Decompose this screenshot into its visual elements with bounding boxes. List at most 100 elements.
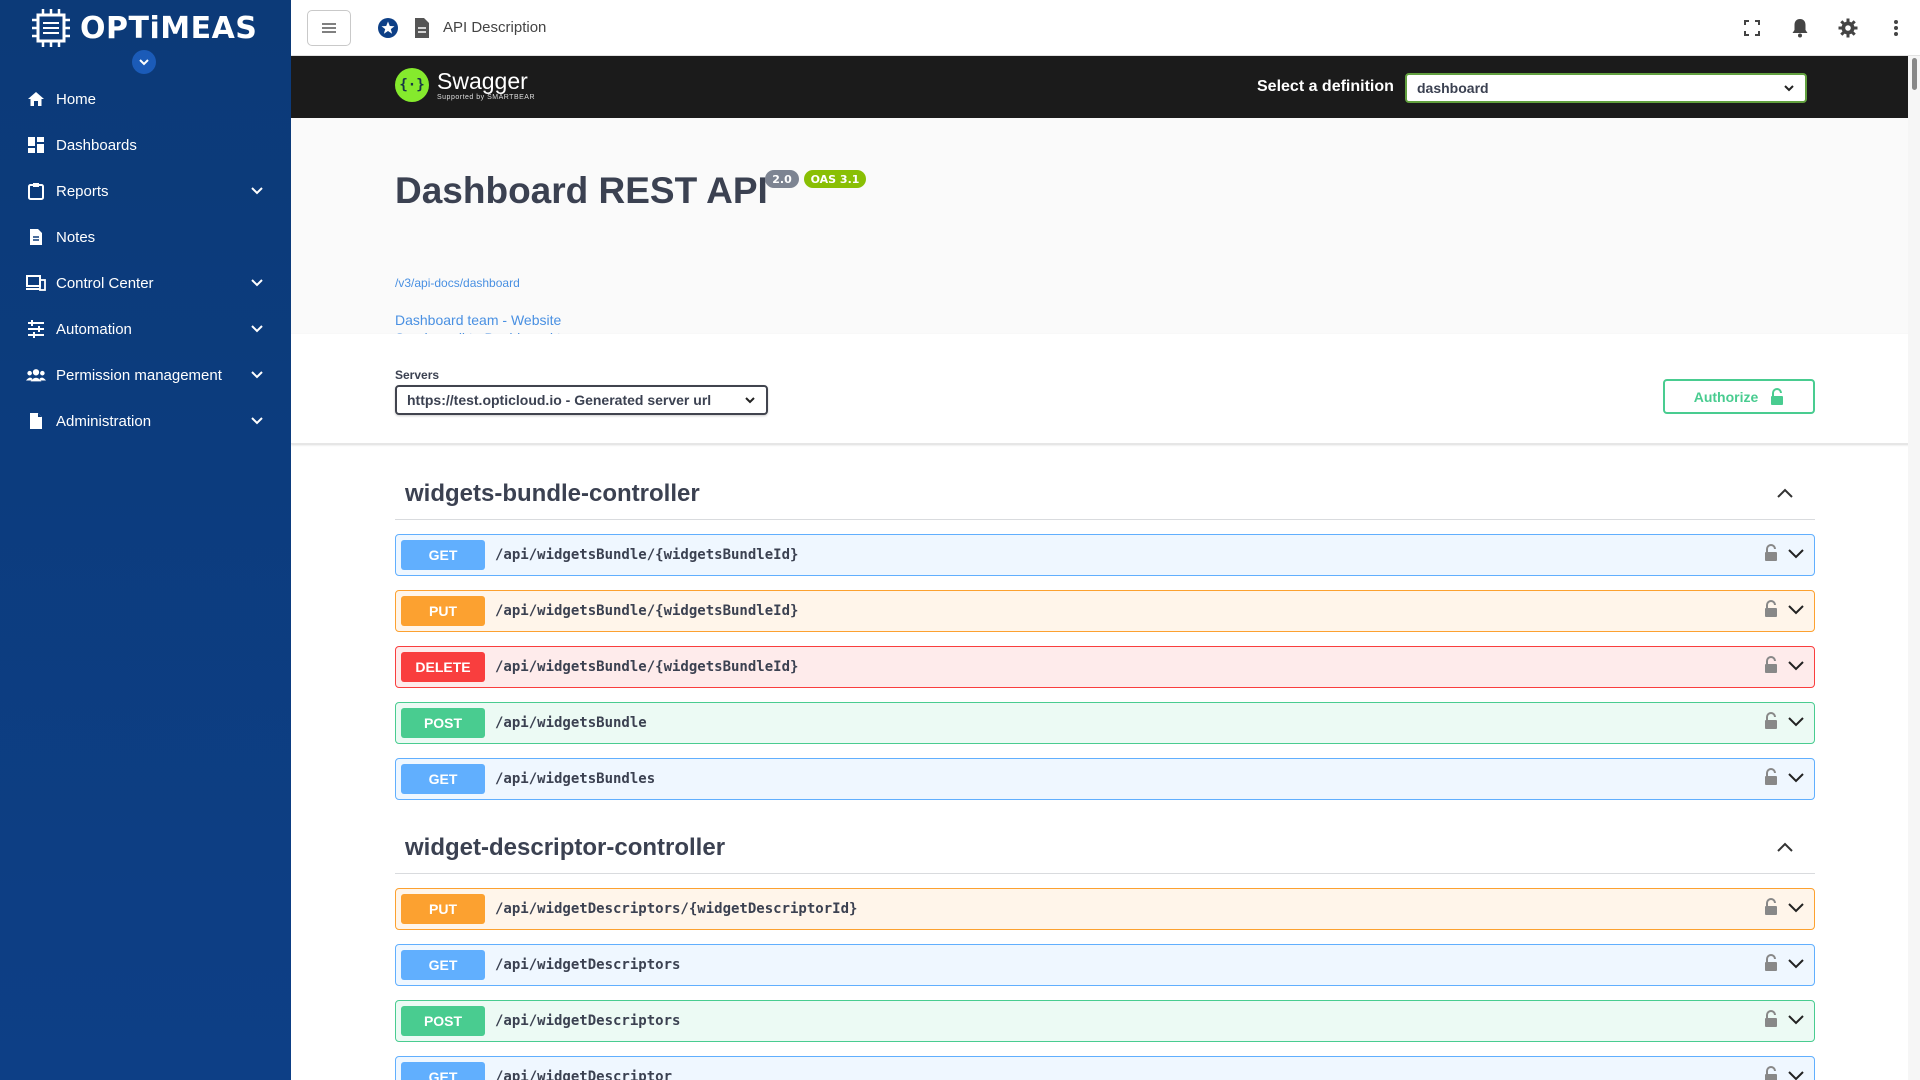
definition-select[interactable]: dashboard bbox=[1405, 73, 1807, 103]
sidebar-item-automation[interactable]: Automation bbox=[0, 306, 291, 352]
lock-icon[interactable] bbox=[1764, 1066, 1778, 1080]
operation-row[interactable]: PUT /api/widgetsBundle/{widgetsBundleId} bbox=[395, 590, 1815, 632]
api-docs-link[interactable]: /v3/api-docs/dashboard bbox=[395, 276, 520, 290]
scrollbar-thumb[interactable] bbox=[1912, 58, 1917, 90]
lock-icon[interactable] bbox=[1764, 544, 1778, 562]
sidebar-item-dashboards[interactable]: Dashboards bbox=[0, 122, 291, 168]
sidebar-item-label: Reports bbox=[56, 182, 109, 200]
chevron-down-icon[interactable] bbox=[1786, 953, 1806, 973]
sidebar-item-permission-management[interactable]: Permission management bbox=[0, 352, 291, 398]
page-scrollbar[interactable] bbox=[1908, 56, 1920, 1080]
method-badge: PUT bbox=[401, 596, 485, 626]
chevron-down-icon[interactable] bbox=[1786, 543, 1806, 563]
chevron-down-icon[interactable] bbox=[1786, 711, 1806, 731]
operation-path: /api/widgetsBundle/{widgetsBundleId} bbox=[495, 659, 799, 675]
chevron-down-icon bbox=[251, 417, 263, 425]
fullscreen-button[interactable] bbox=[1728, 0, 1776, 56]
swagger-brand: Swagger bbox=[437, 67, 528, 94]
bell-icon bbox=[1792, 19, 1808, 38]
more-options-button[interactable] bbox=[1872, 0, 1920, 56]
authorize-button[interactable]: Authorize bbox=[1663, 379, 1815, 414]
operation-path: /api/widgetsBundle bbox=[495, 715, 647, 731]
operation-icons bbox=[1764, 953, 1806, 973]
tag-group: widget-descriptor-controller PUT /api/wi… bbox=[395, 822, 1815, 1080]
sidebar-item-reports[interactable]: Reports bbox=[0, 168, 291, 214]
sidebar-item-label: Control Center bbox=[56, 274, 154, 292]
operation-path: /api/widgetsBundle/{widgetsBundleId} bbox=[495, 603, 799, 619]
sidebar-item-label: Administration bbox=[56, 412, 152, 430]
notifications-button[interactable] bbox=[1776, 0, 1824, 56]
lock-icon[interactable] bbox=[1764, 712, 1778, 730]
sliders-icon bbox=[26, 319, 46, 339]
menu-toggle-button[interactable] bbox=[307, 9, 351, 46]
oas-badge: OAS 3.1 bbox=[804, 170, 866, 188]
operation-row[interactable]: GET /api/widgetsBundle/{widgetsBundleId} bbox=[395, 534, 1815, 576]
operation-row[interactable]: DELETE /api/widgetsBundle/{widgetsBundle… bbox=[395, 646, 1815, 688]
operation-row[interactable]: PUT /api/widgetDescriptors/{widgetDescri… bbox=[395, 888, 1815, 930]
chevron-down-icon[interactable] bbox=[1786, 599, 1806, 619]
operation-path: /api/widgetDescriptors bbox=[495, 1013, 681, 1029]
method-badge: DELETE bbox=[401, 652, 485, 682]
topbar-actions bbox=[1728, 0, 1920, 56]
operation-row[interactable]: POST /api/widgetDescriptors bbox=[395, 1000, 1815, 1042]
tag-name: widget-descriptor-controller bbox=[405, 833, 726, 861]
operation-row[interactable]: GET /api/widgetDescriptor bbox=[395, 1056, 1815, 1080]
operation-row[interactable]: GET /api/widgetsBundles bbox=[395, 758, 1815, 800]
operation-icons bbox=[1764, 1009, 1806, 1029]
team-website-link[interactable]: Dashboard team - Website bbox=[395, 312, 561, 328]
sidebar-item-notes[interactable]: Notes bbox=[0, 214, 291, 260]
dashboard-icon bbox=[26, 135, 46, 155]
chevron-down-icon[interactable] bbox=[1786, 1009, 1806, 1029]
sidebar-item-administration[interactable]: Administration bbox=[0, 398, 291, 444]
tag-header[interactable]: widgets-bundle-controller bbox=[395, 468, 1815, 520]
chevron-down-icon[interactable] bbox=[1786, 1065, 1806, 1080]
tag-header[interactable]: widget-descriptor-controller bbox=[395, 822, 1815, 874]
sidebar-nav: Home Dashboards Reports Notes Control Ce… bbox=[0, 76, 291, 444]
operation-row[interactable]: GET /api/widgetDescriptors bbox=[395, 944, 1815, 986]
sidebar-item-control-center[interactable]: Control Center bbox=[0, 260, 291, 306]
swagger-logo[interactable]: {·} Swagger Supported by SMARTBEAR bbox=[395, 68, 535, 102]
swagger-logo-icon: {·} bbox=[395, 68, 429, 102]
chevron-down-icon[interactable] bbox=[1786, 897, 1806, 917]
gear-icon bbox=[1838, 18, 1858, 38]
definition-label: Select a definition bbox=[1257, 78, 1394, 95]
method-badge: POST bbox=[401, 1006, 485, 1036]
app-logo[interactable]: OPTiMEAS bbox=[0, 0, 291, 74]
definition-value: dashboard bbox=[1417, 80, 1489, 96]
home-icon bbox=[26, 89, 46, 109]
unlock-icon bbox=[1771, 387, 1784, 405]
operation-icons bbox=[1764, 543, 1806, 563]
swagger-topbar: {·} Swagger Supported by SMARTBEAR Selec… bbox=[291, 56, 1920, 118]
servers-section: Servers https://test.opticloud.io - Gene… bbox=[291, 334, 1920, 444]
sidebar-item-label: Automation bbox=[56, 320, 132, 338]
settings-button[interactable] bbox=[1824, 0, 1872, 56]
devices-icon bbox=[26, 273, 46, 293]
operation-path: /api/widgetsBundle/{widgetsBundleId} bbox=[495, 547, 799, 563]
logo-text: OPTiMEAS bbox=[80, 10, 258, 46]
chevron-down-icon[interactable] bbox=[1786, 767, 1806, 787]
lock-icon[interactable] bbox=[1764, 768, 1778, 786]
chevron-up-icon bbox=[1777, 488, 1793, 498]
chevron-down-icon bbox=[251, 371, 263, 379]
operation-icons bbox=[1764, 655, 1806, 675]
sidebar-item-label: Dashboards bbox=[56, 136, 137, 154]
sidebar-item-home[interactable]: Home bbox=[0, 76, 291, 122]
tag-name: widgets-bundle-controller bbox=[405, 479, 700, 507]
document-icon bbox=[415, 17, 429, 38]
lock-icon[interactable] bbox=[1764, 1010, 1778, 1028]
lock-icon[interactable] bbox=[1764, 656, 1778, 674]
clipboard-icon bbox=[26, 181, 46, 201]
favorite-star-icon[interactable] bbox=[377, 17, 399, 39]
chevron-down-icon[interactable] bbox=[1786, 655, 1806, 675]
lock-icon[interactable] bbox=[1764, 954, 1778, 972]
lock-icon[interactable] bbox=[1764, 898, 1778, 916]
servers-select[interactable]: https://test.opticloud.io - Generated se… bbox=[395, 385, 768, 415]
sidebar-collapse-button[interactable] bbox=[132, 50, 156, 74]
version-badge: 2.0 bbox=[765, 170, 799, 188]
servers-value: https://test.opticloud.io - Generated se… bbox=[407, 392, 712, 408]
fullscreen-icon bbox=[1744, 20, 1760, 36]
operation-row[interactable]: POST /api/widgetsBundle bbox=[395, 702, 1815, 744]
admin-doc-icon bbox=[26, 411, 46, 431]
chevron-down-icon bbox=[251, 187, 263, 195]
lock-icon[interactable] bbox=[1764, 600, 1778, 618]
